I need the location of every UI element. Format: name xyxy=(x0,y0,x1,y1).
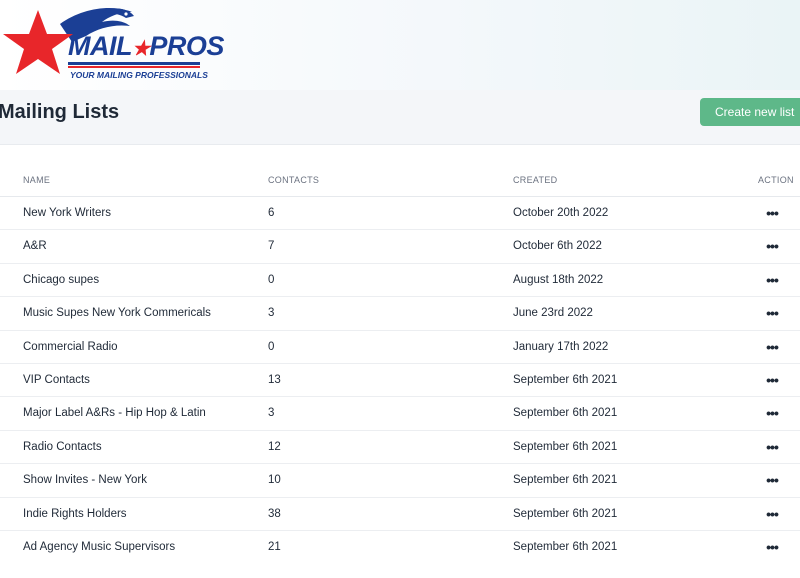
more-horizontal-icon[interactable]: ••• xyxy=(764,205,780,221)
table-row[interactable]: New York Writers 6 October 20th 2022 ••• xyxy=(0,197,800,231)
list-contacts-count: 0 xyxy=(268,273,275,286)
more-horizontal-icon[interactable]: ••• xyxy=(764,439,780,455)
more-horizontal-icon[interactable]: ••• xyxy=(764,506,780,522)
logo-wordmark: MAIL★PROS xyxy=(68,33,224,60)
list-name[interactable]: Music Supes New York Commericals xyxy=(23,307,211,319)
list-name[interactable]: Major Label A&Rs - Hip Hop & Latin xyxy=(23,407,206,419)
list-created-date: January 17th 2022 xyxy=(513,340,609,353)
list-created-date: June 23rd 2022 xyxy=(513,307,593,320)
table-row[interactable]: VIP Contacts 13 September 6th 2021 ••• xyxy=(0,364,800,398)
list-contacts-count: 13 xyxy=(268,373,281,386)
table-header: NAME CONTACTS CREATED ACTION xyxy=(0,164,800,197)
list-contacts-count: 10 xyxy=(268,474,281,487)
table-row[interactable]: Ad Agency Music Supervisors 21 September 6… xyxy=(0,531,800,564)
list-contacts-count: 21 xyxy=(268,540,281,553)
list-created-date: September 6th 2021 xyxy=(513,440,618,453)
logo-tagline: YOUR MAILING PROFESSIONALS xyxy=(70,70,208,80)
list-name[interactable]: Indie Rights Holders xyxy=(23,508,127,520)
more-horizontal-icon[interactable]: ••• xyxy=(764,372,780,388)
column-header-contacts[interactable]: CONTACTS xyxy=(268,175,319,185)
list-created-date: September 6th 2021 xyxy=(513,540,618,553)
list-name[interactable]: Commercial Radio xyxy=(23,341,118,353)
more-horizontal-icon[interactable]: ••• xyxy=(764,272,780,288)
mailpros-logo[interactable]: MAIL★PROS YOUR MAILING PROFESSIONALS xyxy=(2,2,224,84)
logo-star-icon: ★ xyxy=(131,38,150,60)
list-name[interactable]: Ad Agency Music Supervisors xyxy=(23,541,175,553)
list-contacts-count: 12 xyxy=(268,440,281,453)
column-header-created[interactable]: CREATED xyxy=(513,175,557,185)
table-row[interactable]: Indie Rights Holders 38 September 6th 2021… xyxy=(0,498,800,531)
table-body: New York Writers 6 October 20th 2022 ••• A&… xyxy=(0,197,800,564)
table-row[interactable]: Commercial Radio 0 January 17th 2022 ••• xyxy=(0,331,800,364)
list-created-date: August 18th 2022 xyxy=(513,273,604,286)
list-contacts-count: 3 xyxy=(268,307,275,320)
list-name[interactable]: A&R xyxy=(23,240,47,252)
column-header-action: ACTION xyxy=(758,175,794,185)
list-contacts-count: 3 xyxy=(268,407,275,420)
list-created-date: October 20th 2022 xyxy=(513,207,609,219)
list-created-date: September 6th 2021 xyxy=(513,507,618,520)
list-contacts-count: 38 xyxy=(268,507,281,520)
more-horizontal-icon[interactable]: ••• xyxy=(764,305,780,321)
column-header-name[interactable]: NAME xyxy=(23,175,50,185)
list-created-date: September 6th 2021 xyxy=(513,474,618,487)
logo-text-mail: MAIL xyxy=(68,31,132,61)
mailing-lists-table: NAME CONTACTS CREATED ACTION New York Wr… xyxy=(0,164,800,564)
list-created-date: October 6th 2022 xyxy=(513,240,602,253)
logo-text-pros: PROS xyxy=(149,31,224,61)
page-title-bar xyxy=(0,90,800,145)
create-new-list-button[interactable]: Create new list xyxy=(700,98,800,126)
list-name[interactable]: Show Invites - New York xyxy=(23,474,147,486)
list-contacts-count: 0 xyxy=(268,340,275,353)
table-row[interactable]: Major Label A&Rs - Hip Hop & Latin 3 Septe… xyxy=(0,397,800,431)
list-created-date: September 6th 2021 xyxy=(513,373,618,386)
list-name[interactable]: Radio Contacts xyxy=(23,441,102,453)
list-contacts-count: 7 xyxy=(268,240,275,253)
more-horizontal-icon[interactable]: ••• xyxy=(764,238,780,254)
more-horizontal-icon[interactable]: ••• xyxy=(764,539,780,555)
table-row[interactable]: Music Supes New York Commericals 3 June 23… xyxy=(0,297,800,331)
page-title: Mailing Lists xyxy=(0,101,120,123)
more-horizontal-icon[interactable]: ••• xyxy=(764,339,780,355)
list-name[interactable]: VIP Contacts xyxy=(23,374,90,386)
table-row[interactable]: Radio Contacts 12 September 6th 2021 ••• xyxy=(0,431,800,465)
list-name[interactable]: New York Writers xyxy=(23,207,111,219)
more-horizontal-icon[interactable]: ••• xyxy=(764,405,780,421)
list-name[interactable]: Chicago supes xyxy=(23,274,99,286)
app-header: MAIL★PROS YOUR MAILING PROFESSIONALS xyxy=(0,0,800,90)
table-row[interactable]: Chicago supes 0 August 18th 2022 ••• xyxy=(0,264,800,298)
table-row[interactable]: A&R 7 October 6th 2022 ••• xyxy=(0,230,800,264)
list-created-date: September 6th 2021 xyxy=(513,407,618,420)
more-horizontal-icon[interactable]: ••• xyxy=(764,472,780,488)
table-row[interactable]: Show Invites - New York 10 September 6th 2… xyxy=(0,464,800,498)
list-contacts-count: 6 xyxy=(268,207,275,219)
